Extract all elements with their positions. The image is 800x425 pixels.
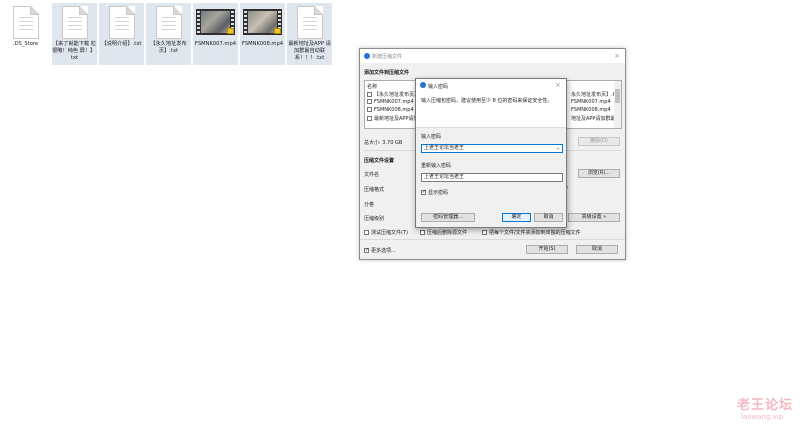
show-password-option[interactable]: 显示密码 [421, 189, 448, 196]
total-size: 总大小: 3.70 GB [364, 140, 403, 146]
format-label: 压缩格式 [364, 187, 385, 193]
desktop-file-ds-store[interactable]: .DS_Store [3, 3, 48, 65]
watermark-url: laowang.vip [741, 413, 784, 421]
document-icon [62, 6, 88, 39]
dialog-title: 输入密码 [428, 84, 449, 90]
checkbox[interactable] [367, 107, 372, 112]
video-thumbnail-icon [196, 9, 235, 35]
checkbox[interactable] [420, 230, 425, 235]
ok-button[interactable]: 确定 [502, 213, 531, 222]
desktop-file-fsmnk007[interactable]: FSMNK007.mp4 [193, 3, 238, 65]
checkbox[interactable] [421, 189, 426, 195]
checkbox[interactable] [367, 92, 372, 97]
window-title: 新建压缩文件 [372, 54, 403, 60]
password-manager-button[interactable]: 密码管理器... [421, 213, 475, 222]
lock-badge-icon [274, 28, 281, 34]
split-label: 分卷 [364, 202, 375, 208]
window-titlebar[interactable]: 新建压缩文件 × [360, 49, 625, 63]
add-files-heading: 添加文件到压缩文件 [364, 70, 410, 76]
list-item[interactable]: FSMNK007.mp4 [367, 99, 414, 106]
list-header[interactable]: 名称 [367, 83, 377, 90]
desktop-file-readme-txt[interactable]: 【说明介绍】.txt [99, 3, 144, 65]
checkbox[interactable] [367, 99, 372, 104]
level-label: 压缩级别 [364, 216, 385, 222]
desktop-file-download-txt[interactable]: 【来了就能下载 粒很嗷！纯色 屏！】.txt [52, 3, 97, 65]
delete-button[interactable]: 删除(D) [578, 137, 620, 146]
dialog-body: 输入密码 上老王论坛当老王 ⌄ 重新输入密码 上老王论坛当老王 显示密码 密码管… [416, 128, 566, 227]
file-name: 【说明介绍】.txt [101, 41, 142, 47]
password-label: 输入密码 [421, 134, 442, 140]
settings-heading: 压缩文件设置 [364, 158, 395, 164]
desktop-file-latest-address-txt[interactable]: 最新地址及APP 请加群最自动联 系！！！.txt [287, 3, 332, 65]
close-icon[interactable]: × [614, 52, 620, 60]
document-icon [297, 6, 323, 39]
document-icon [13, 6, 39, 39]
confirm-password-input[interactable]: 上老王论坛当老王 [421, 173, 563, 182]
watermark-text: 老王论坛 [737, 398, 794, 413]
window-cancel-button[interactable]: 取消 [576, 245, 618, 254]
desktop-file-permanent-address-txt[interactable]: 【永久地址发布 页】.txt [146, 3, 191, 65]
list-item[interactable]: 最新地址及APP请加 [367, 115, 418, 122]
app-icon [364, 53, 370, 59]
video-thumbnail-icon [243, 9, 282, 35]
browse-button[interactable]: 浏览(R)... [578, 169, 620, 178]
confirm-password-label: 重新输入密码 [421, 163, 452, 169]
file-name: FSMNK007.mp4 [194, 41, 237, 47]
more-options[interactable]: 更多选项... [364, 247, 396, 254]
delete-source-option[interactable]: 压缩后删除源文件 [420, 229, 467, 236]
file-name: FSMNK008.mp4 [241, 41, 284, 47]
list-item-right[interactable]: FSMNK007.mp4 [571, 99, 611, 106]
document-icon [156, 6, 182, 39]
list-item-right[interactable]: FSMNK008.mp4 [571, 107, 611, 114]
list-item[interactable]: 【永久地址发布页】 [367, 91, 419, 98]
file-name: 【来了就能下载 粒很嗷！纯色 屏！】.txt [52, 41, 97, 61]
file-name: 【永久地址发布 页】.txt [150, 41, 187, 54]
test-archive-option[interactable]: 测试压缩文件(T) [364, 229, 408, 236]
file-name: 最新地址及APP 请加群最自动联 系！！！.txt [288, 41, 331, 61]
close-icon[interactable]: × [555, 81, 561, 89]
divider [360, 239, 625, 240]
advanced-settings-button[interactable]: 高级设置 » [568, 213, 620, 222]
app-icon [420, 82, 426, 88]
chevron-down-icon[interactable]: ⌄ [556, 145, 560, 152]
filename-label: 文件名 [364, 172, 380, 178]
checkbox[interactable] [364, 247, 369, 253]
dialog-titlebar[interactable]: 输入密码 × [416, 79, 566, 92]
desktop-file-fsmnk008[interactable]: FSMNK008.mp4 [240, 3, 285, 65]
checkbox[interactable] [367, 116, 372, 121]
lock-badge-icon [227, 28, 234, 34]
dialog-hint: 输入压缩包密码，建议使用至少 8 位的密码来保证安全性。 [421, 98, 553, 104]
checkbox[interactable] [364, 230, 369, 235]
document-icon [109, 6, 135, 39]
list-item[interactable]: FSMNK008.mp4 [367, 107, 414, 114]
password-input[interactable]: 上老王论坛当老王 ⌄ [421, 144, 563, 153]
checkbox[interactable] [482, 230, 487, 235]
password-dialog: 输入密码 × 输入压缩包密码，建议使用至少 8 位的密码来保证安全性。 输入密码… [415, 78, 567, 228]
dialog-cancel-button[interactable]: 取消 [534, 213, 563, 222]
separate-archives-option[interactable]: 把每个文件/文件夹添加到单独的压缩文件 [482, 229, 581, 236]
dialog-hint-area: 输入压缩包密码，建议使用至少 8 位的密码来保证安全性。 [416, 92, 566, 128]
start-button[interactable]: 开始(S) [526, 245, 568, 254]
list-item-right[interactable]: 永久地址发布页】.txt [571, 91, 619, 98]
list-scrollbar[interactable] [614, 81, 621, 128]
list-item-right[interactable]: 地址及APP请加群最 [571, 115, 615, 122]
file-name: .DS_Store [12, 41, 39, 47]
